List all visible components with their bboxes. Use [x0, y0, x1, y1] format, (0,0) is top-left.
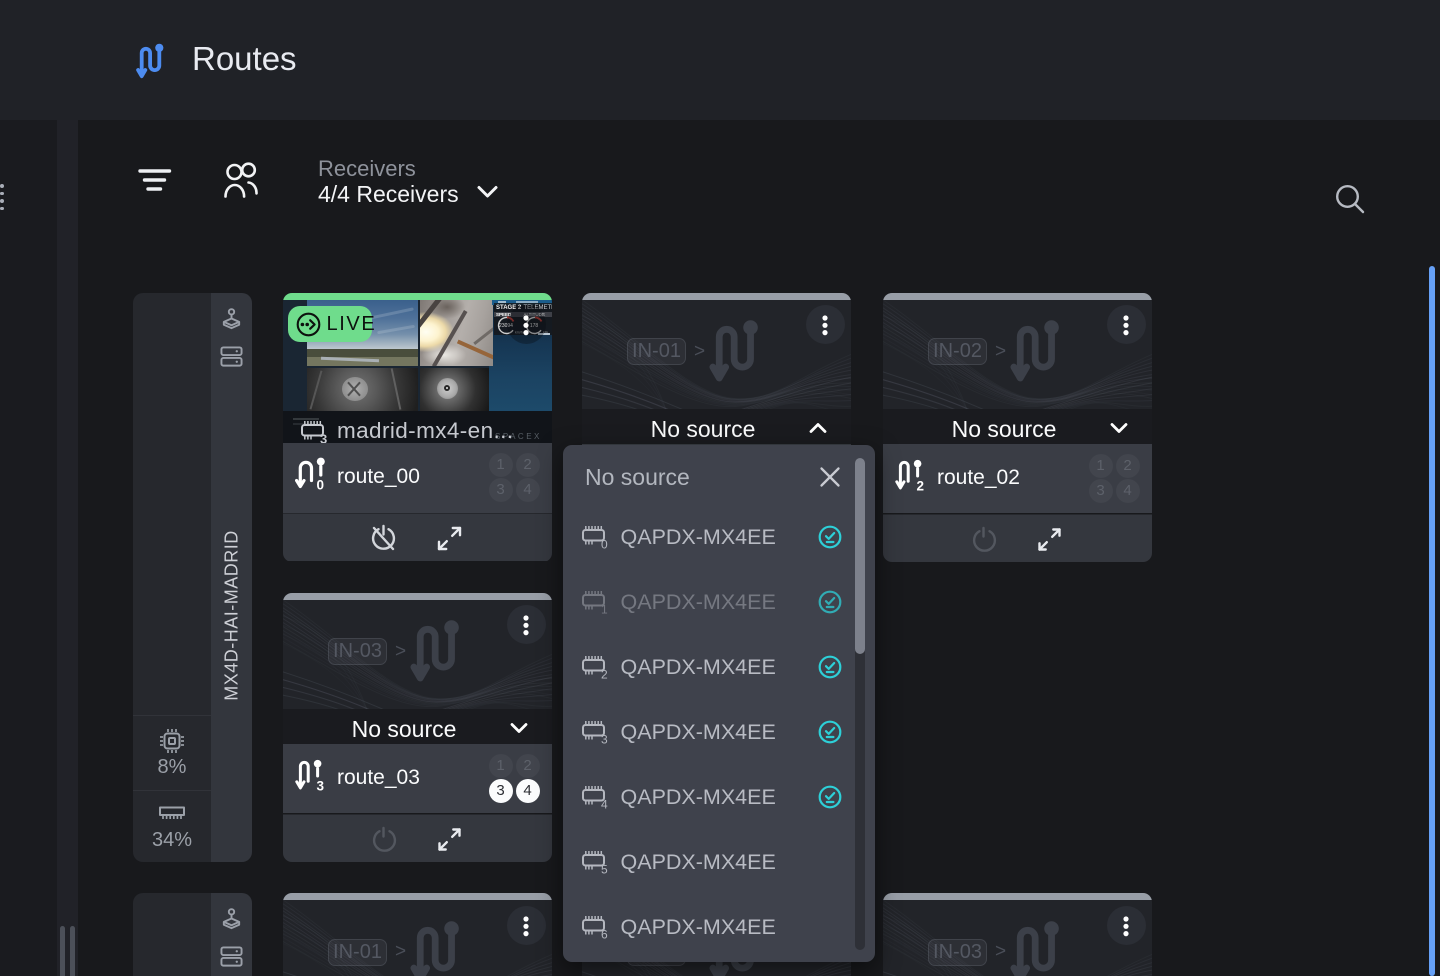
svg-text:5: 5	[601, 863, 608, 875]
svg-text:6: 6	[601, 928, 608, 940]
svg-text:4: 4	[601, 798, 608, 810]
svg-text:3: 3	[320, 432, 327, 444]
svg-text:0: 0	[317, 478, 325, 492]
svg-text:2: 2	[917, 479, 925, 493]
svg-text:2: 2	[601, 668, 608, 680]
svg-text:1: 1	[601, 603, 608, 615]
svg-text:3: 3	[317, 779, 325, 793]
svg-text:3: 3	[601, 733, 608, 745]
svg-text:0: 0	[601, 538, 608, 550]
